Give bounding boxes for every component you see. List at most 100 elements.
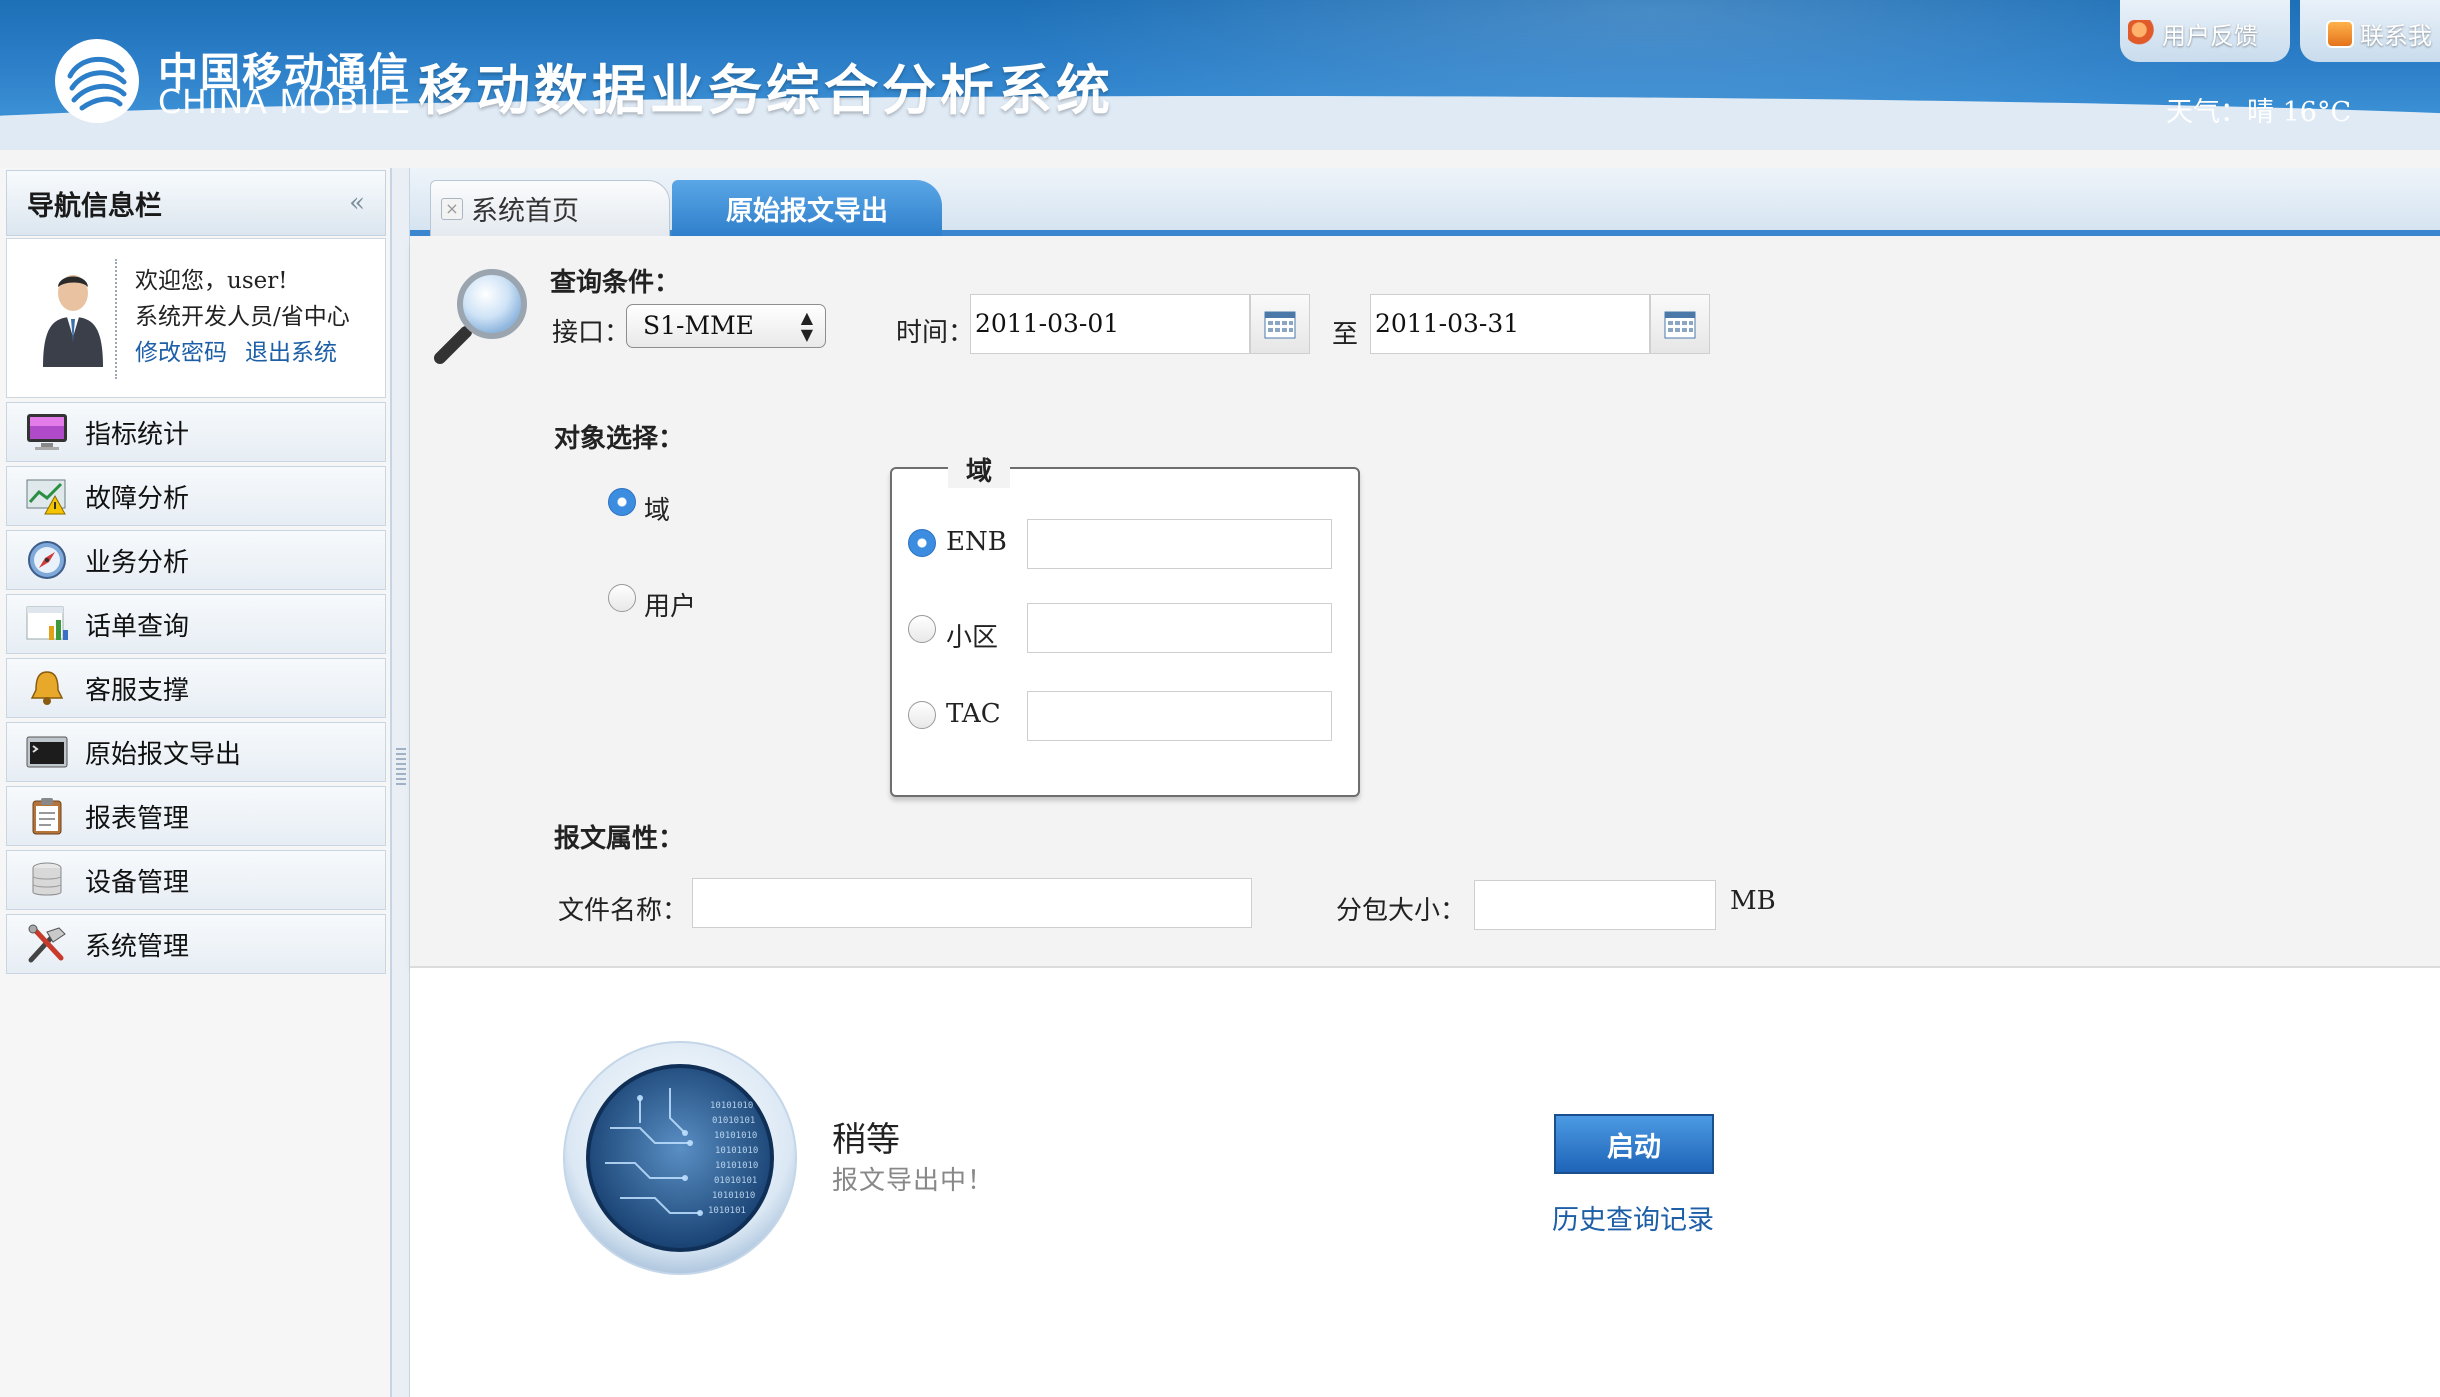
sidebar: 导航信息栏 « 欢迎您，user! 系统开发人员/省中心 修改密码 退出系统 指… <box>0 168 392 1397</box>
history-query-link[interactable]: 历史查询记录 <box>1552 1198 1714 1237</box>
message-attributes-label: 报文属性： <box>554 824 685 854</box>
date-from-input[interactable]: 2011-03-01 <box>970 294 1250 354</box>
calendar-icon <box>1264 311 1296 339</box>
object-domain-radio[interactable] <box>608 488 636 516</box>
svg-text:01010101: 01010101 <box>714 1176 757 1186</box>
sidebar-item-cdr-query[interactable]: 话单查询 <box>6 594 386 654</box>
logo-english-text: CHINA MOBILE <box>158 82 412 121</box>
sidebar-item-device-management[interactable]: 设备管理 <box>6 850 386 910</box>
tab-raw-message-export[interactable]: 原始报文导出 <box>672 180 942 236</box>
select-arrows-icon: ▲ ▼ <box>800 308 813 344</box>
date-to-input[interactable]: 2011-03-31 <box>1370 294 1650 354</box>
svg-text:10101010: 10101010 <box>714 1131 757 1141</box>
sidebar-item-label: 原始报文导出 <box>85 739 242 770</box>
object-selection-label: 对象选择： <box>554 424 685 454</box>
contact-link[interactable]: 联系我 <box>2326 16 2432 51</box>
feedback-link[interactable]: 用户反馈 <box>2128 16 2258 51</box>
sidebar-item-label: 业务分析 <box>85 547 190 578</box>
object-user-radio[interactable] <box>608 584 636 612</box>
sidebar-item-label: 报表管理 <box>85 803 190 834</box>
sidebar-item-business-analysis[interactable]: 业务分析 <box>6 530 386 590</box>
tab-bar: × 系统首页 原始报文导出 <box>410 168 2440 236</box>
china-mobile-logo-icon <box>55 39 139 123</box>
clipboard-icon <box>25 796 69 836</box>
phone-icon <box>2326 19 2354 48</box>
wait-title: 稍等 <box>832 1120 900 1160</box>
packet-size-unit: MB <box>1730 886 1776 916</box>
contact-label: 联系我 <box>2360 22 2432 50</box>
system-title: 移动数据业务综合分析系统 <box>418 59 1114 122</box>
sidebar-item-label: 指标统计 <box>85 419 190 450</box>
app-header: 中国移动通信 CHINA MOBILE 移动数据业务综合分析系统 用户反馈 联系… <box>0 0 2440 150</box>
bell-icon <box>25 668 69 708</box>
sidebar-item-label: 话单查询 <box>85 611 190 642</box>
collapse-sidebar-icon[interactable]: « <box>349 188 365 218</box>
tab-home[interactable]: × 系统首页 <box>430 180 670 236</box>
tac-input[interactable] <box>1027 691 1332 741</box>
start-button[interactable]: 启动 <box>1554 1114 1714 1174</box>
circuit-processing-icon: 10101010 01010101 10101010 10101010 10101010… <box>563 1041 797 1275</box>
sidebar-item-label: 系统管理 <box>85 931 190 962</box>
date-to-calendar-button[interactable] <box>1650 294 1710 354</box>
user-info-panel: 欢迎您，user! 系统开发人员/省中心 修改密码 退出系统 <box>6 238 386 398</box>
logout-link[interactable]: 退出系统 <box>245 335 337 371</box>
magnifier-icon <box>434 269 527 364</box>
domain-tac-label: TAC <box>946 699 1001 729</box>
sidebar-item-report-management[interactable]: 报表管理 <box>6 786 386 846</box>
tab-raw-message-export-label: 原始报文导出 <box>726 195 888 227</box>
sidebar-splitter[interactable] <box>392 168 410 1397</box>
filename-input[interactable] <box>692 878 1252 928</box>
date-from-calendar-button[interactable] <box>1250 294 1310 354</box>
interface-label: 接口： <box>552 318 631 348</box>
close-tab-icon[interactable]: × <box>441 197 463 220</box>
user-text: 欢迎您，user! 系统开发人员/省中心 修改密码 退出系统 <box>135 263 350 371</box>
user-links: 修改密码 退出系统 <box>135 335 350 371</box>
calendar-icon <box>1664 311 1696 339</box>
time-label: 时间： <box>896 318 975 348</box>
object-domain-label: 域 <box>644 496 671 526</box>
sidebar-title: 导航信息栏 <box>27 190 162 222</box>
database-icon <box>25 860 69 900</box>
domain-enb-label: ENB <box>946 527 1007 557</box>
svg-text:01010101: 01010101 <box>712 1116 755 1126</box>
terminal-icon <box>25 732 69 772</box>
cell-input[interactable] <box>1027 603 1332 653</box>
monitor-icon <box>25 412 69 452</box>
sidebar-item-label: 故障分析 <box>85 483 190 514</box>
compass-icon <box>25 540 69 580</box>
user-divider <box>115 259 117 379</box>
packet-size-input[interactable] <box>1474 880 1716 930</box>
svg-text:10101010: 10101010 <box>715 1161 758 1171</box>
wait-subtitle: 报文导出中！ <box>832 1166 995 1196</box>
warning-chart-icon <box>25 476 69 516</box>
weather-info: 天气：晴 16°C <box>2166 97 2352 128</box>
feedback-label: 用户反馈 <box>2162 22 2258 50</box>
sidebar-item-fault-analysis[interactable]: 故障分析 <box>6 466 386 526</box>
sidebar-item-label: 设备管理 <box>85 867 190 898</box>
sidebar-header: 导航信息栏 « <box>6 170 386 236</box>
interface-selected-value: S1-MME <box>643 311 754 340</box>
change-password-link[interactable]: 修改密码 <box>135 335 227 371</box>
enb-input[interactable] <box>1027 519 1332 569</box>
welcome-text: 欢迎您，user! <box>135 268 288 294</box>
domain-legend: 域 <box>948 451 1011 488</box>
svg-text:10101010: 10101010 <box>710 1101 753 1111</box>
bar-chart-icon <box>25 604 69 644</box>
svg-text:10101010: 10101010 <box>712 1191 755 1201</box>
user-role: 系统开发人员/省中心 <box>135 304 350 330</box>
query-panel: 查询条件： 接口： S1-MME ▲ ▼ 时间： 2011-03-01 至 201… <box>410 242 2440 968</box>
sidebar-item-system-management[interactable]: 系统管理 <box>6 914 386 974</box>
tools-icon <box>25 924 69 964</box>
sidebar-item-customer-support[interactable]: 客服支撑 <box>6 658 386 718</box>
packet-size-label: 分包大小： <box>1336 896 1467 926</box>
filename-label: 文件名称： <box>558 896 689 926</box>
interface-select[interactable]: S1-MME ▲ ▼ <box>626 304 826 348</box>
sidebar-item-raw-message-export[interactable]: 原始报文导出 <box>6 722 386 782</box>
domain-fieldset: 域 ENB 小区 TAC <box>890 451 1360 797</box>
sidebar-item-indicator-stats[interactable]: 指标统计 <box>6 402 386 462</box>
domain-cell-radio[interactable] <box>908 615 936 643</box>
to-label: 至 <box>1332 320 1359 350</box>
domain-enb-radio[interactable] <box>908 529 936 557</box>
svg-text:10101010: 10101010 <box>715 1146 758 1156</box>
domain-tac-radio[interactable] <box>908 701 936 729</box>
